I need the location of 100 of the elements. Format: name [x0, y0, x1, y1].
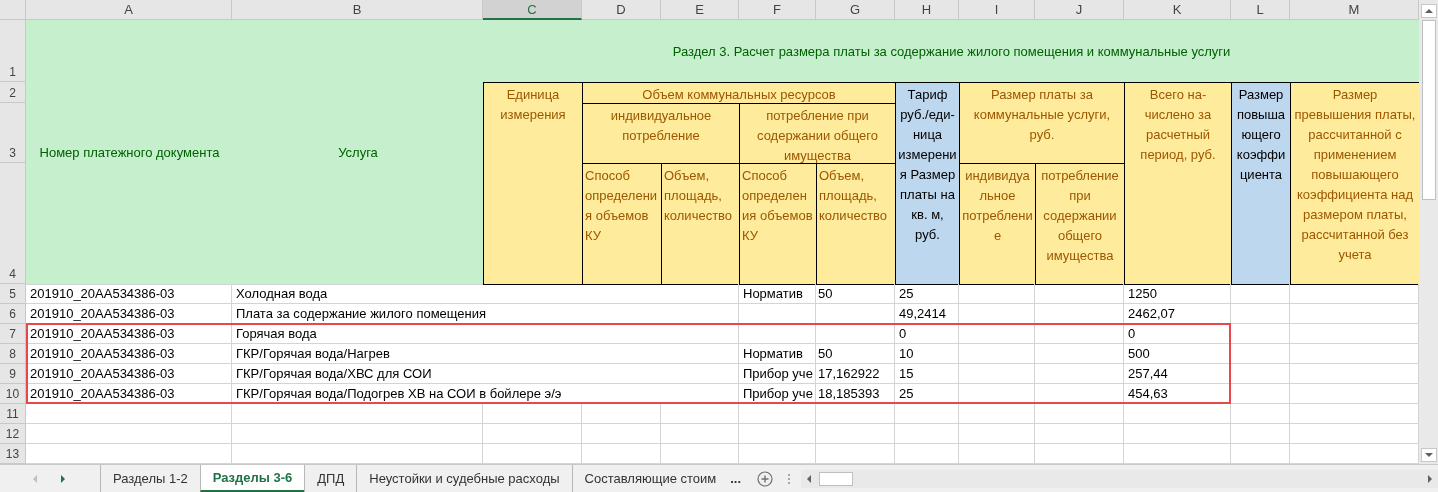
row-number[interactable]: 1 [0, 20, 26, 82]
empty-cell [1231, 404, 1290, 424]
empty-cell [895, 424, 959, 444]
row-number[interactable]: 13 [0, 444, 26, 464]
table-cell: Норматив [739, 284, 816, 304]
row-number[interactable]: 6 [0, 304, 26, 324]
table-cell: ГКР/Горячая вода/Подогрев ХВ на СОИ в бойлере э/э [232, 384, 739, 404]
table-cell: 201910_20АА534386-03 [26, 304, 232, 324]
table-cell: 50 [816, 284, 895, 304]
table-cell: Плата за содержание жилого помещения [232, 304, 739, 324]
table-cell: 201910_20АА534386-03 [26, 284, 232, 304]
table-cell: 49,2414 [895, 304, 959, 324]
vertical-scrollbar[interactable] [1419, 0, 1438, 464]
row-number[interactable]: 5 [0, 284, 26, 304]
column-header[interactable]: K [1124, 0, 1231, 20]
header-cell: Объем, площадь, количество [661, 163, 740, 285]
splitter-icon[interactable] [787, 472, 792, 485]
empty-cell [1231, 384, 1290, 404]
column-header[interactable]: C [483, 0, 582, 20]
table-cell: ГКР/Горячая вода/ХВС для СОИ [232, 364, 739, 384]
header-cell: Услуга [232, 20, 484, 285]
empty-cell [1231, 364, 1290, 384]
row-number[interactable]: 4 [0, 163, 26, 284]
column-header[interactable]: H [895, 0, 959, 20]
header-cell: Способ определения объемов КУ [582, 163, 662, 285]
scroll-thumb[interactable] [819, 471, 854, 486]
column-header[interactable]: I [959, 0, 1035, 20]
column-header[interactable]: D [582, 0, 661, 20]
row-number[interactable]: 2 [0, 82, 26, 103]
table-cell: Горячая вода [232, 324, 739, 344]
sheet-tab[interactable]: Неустойки и судебные расходы [356, 465, 572, 492]
column-header[interactable]: M [1290, 0, 1419, 20]
column-header[interactable]: E [661, 0, 739, 20]
table-cell: 201910_20АА534386-03 [26, 384, 232, 404]
row-number[interactable]: 9 [0, 364, 26, 384]
table-cell: 201910_20АА534386-03 [26, 344, 232, 364]
horizontal-scrollbar[interactable] [801, 469, 1438, 488]
column-header[interactable]: G [816, 0, 895, 20]
row-number[interactable]: 7 [0, 324, 26, 344]
scroll-up-icon[interactable] [1421, 4, 1437, 18]
table-cell: 201910_20АА534386-03 [26, 324, 232, 344]
table-cell: 25 [895, 384, 959, 404]
empty-cell [1231, 304, 1290, 324]
table-cell: 25 [895, 284, 959, 304]
next-sheet-icon[interactable] [58, 472, 68, 485]
column-header[interactable]: J [1035, 0, 1124, 20]
add-sheet-icon[interactable] [757, 470, 774, 487]
section-title: Раздел 3. Расчет размера платы за содержание жилого помещения и коммунальные услуги [483, 20, 1420, 83]
table-cell: 454,63 [1124, 384, 1231, 404]
scroll-thumb[interactable] [1422, 20, 1436, 200]
table-cell: 257,44 [1124, 364, 1231, 384]
header-cell: Номер платежного документа [26, 20, 233, 285]
table-cell: 500 [1124, 344, 1231, 364]
table-cell: Прибор уче [739, 384, 816, 404]
column-header[interactable]: A [26, 0, 232, 20]
column-header[interactable]: F [739, 0, 816, 20]
empty-cell [1231, 344, 1290, 364]
select-all-corner[interactable] [0, 0, 26, 20]
row-number[interactable]: 11 [0, 404, 26, 424]
table-cell: 201910_20АА534386-03 [26, 364, 232, 384]
header-cell: потребление при содержании общего имущества [1035, 163, 1125, 285]
table-cell: 0 [1124, 324, 1231, 344]
table-cell: ГКР/Горячая вода/Нагрев [232, 344, 739, 364]
sheet-tab[interactable]: ДПД [304, 465, 357, 492]
header-cell: потребление при содержании общего имущества [739, 103, 896, 164]
empty-cell [1231, 284, 1290, 304]
table-cell: 0 [895, 324, 959, 344]
sheet-tab[interactable]: Составляющие стоим [571, 465, 729, 492]
table-cell: 10 [895, 344, 959, 364]
row-number[interactable]: 12 [0, 424, 26, 444]
header-cell: индивидуальное потребление [959, 163, 1036, 285]
header-cell: Объем, площадь, количество [816, 163, 896, 285]
row-number[interactable]: 3 [0, 103, 26, 163]
header-cell: Единица измерения [483, 82, 583, 285]
more-sheets[interactable]: ... [728, 471, 748, 486]
column-header[interactable]: B [232, 0, 483, 20]
sheet-tab[interactable]: Разделы 1-2 [100, 465, 200, 492]
scroll-down-icon[interactable] [1421, 448, 1437, 462]
header-cell: Объем коммунальных ресурсов [582, 82, 896, 104]
table-cell: Холодная вода [232, 284, 739, 304]
header-cell: Способ определения объемов КУ [739, 163, 817, 285]
row-number[interactable]: 10 [0, 384, 26, 404]
table-cell: 50 [816, 344, 895, 364]
table-cell: 17,162922 [816, 364, 895, 384]
table-cell: 2462,07 [1124, 304, 1231, 324]
row-number[interactable]: 8 [0, 344, 26, 364]
header-cell: Всего на-числено за расчетный период, руб. [1124, 82, 1232, 285]
table-cell: 15 [895, 364, 959, 384]
table-cell: 1250 [1124, 284, 1231, 304]
empty-cell [895, 404, 959, 424]
column-header[interactable]: L [1231, 0, 1290, 20]
empty-cell [1231, 424, 1290, 444]
sheet-tab[interactable]: Разделы 3-6 [199, 465, 305, 492]
header-cell: Размер превышения платы, рассчитанной с применением повышающего коэффициента над размером платы, рассчитанной без учета [1290, 82, 1420, 285]
header-cell: Тариф руб./еди-ница измерения Размер платы на кв. м, руб. [895, 82, 960, 285]
table-cell: Норматив [739, 344, 816, 364]
table-cell: Прибор уче [739, 364, 816, 384]
empty-cell [1231, 324, 1290, 344]
table-cell: 18,185393 [816, 384, 895, 404]
header-cell: Размер платы за коммунальные услуги, руб. [959, 82, 1125, 164]
